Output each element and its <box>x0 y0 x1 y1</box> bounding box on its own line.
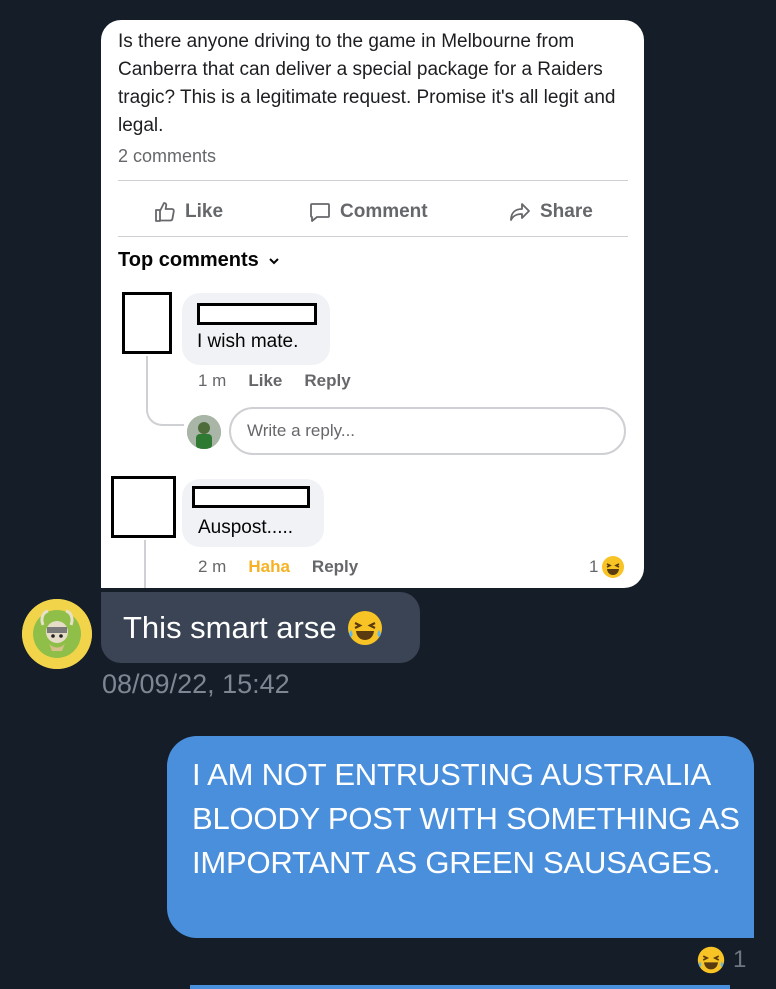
comment-bubble: Auspost..... <box>182 479 324 547</box>
outgoing-text: I AM NOT ENTRUSTING AUSTRALIA BLOODY POS… <box>192 757 740 880</box>
message-content: This smart arse <box>123 610 383 646</box>
channel-avatar[interactable] <box>22 599 92 669</box>
avatar-redacted <box>122 292 172 354</box>
haha-link: Haha <box>248 557 290 576</box>
like-button: Like <box>153 200 223 224</box>
comment-meta: 2 m Haha Reply <box>198 557 358 577</box>
incoming-text: This smart arse <box>123 609 337 645</box>
share-label: Share <box>540 201 593 222</box>
reaction-count-value: 1 <box>589 557 599 576</box>
top-comments-label: Top comments <box>118 249 259 271</box>
like-label: Like <box>185 201 224 222</box>
divider <box>118 236 628 237</box>
comment-text: Auspost..... <box>198 517 294 538</box>
comment-meta: 1 m Like Reply <box>198 371 351 391</box>
post-actions: Like Comment Share <box>101 196 644 228</box>
top-comments-filter: Top comments <box>118 249 281 272</box>
laughing-emoji-icon <box>347 610 382 645</box>
chevron-down-icon <box>269 257 279 264</box>
outgoing-message[interactable]: I AM NOT ENTRUSTING AUSTRALIA BLOODY POS… <box>167 736 754 938</box>
comment-button: Comment <box>308 200 428 224</box>
comment-time: 1 m <box>198 371 227 390</box>
post-text: Is there anyone driving to the game in M… <box>118 31 616 136</box>
reaction-count: 1 <box>733 946 747 973</box>
share-button: Share <box>508 200 593 224</box>
divider <box>118 180 628 181</box>
comment-text: I wish mate. <box>197 331 299 352</box>
thumbs-up-icon <box>155 202 175 222</box>
share-icon <box>510 203 530 221</box>
message-timestamp: 08/09/22, 15:42 <box>102 669 290 699</box>
reply-link: Reply <box>304 371 351 390</box>
comments-count: 2 comments <box>118 146 217 166</box>
user-avatar <box>187 415 221 449</box>
reply-input: Write a reply... <box>229 407 626 455</box>
thread-line <box>146 356 184 426</box>
laughing-emoji-icon <box>602 556 625 578</box>
laughing-emoji-icon <box>697 946 725 974</box>
name-redacted <box>197 303 317 325</box>
incoming-message[interactable]: This smart arse <box>101 592 420 663</box>
name-redacted <box>192 486 310 508</box>
comment-label: Comment <box>340 201 428 222</box>
avatar-redacted <box>111 476 176 538</box>
reply-link: Reply <box>311 557 359 576</box>
next-message-edge <box>190 985 730 989</box>
comment-bubble: I wish mate. <box>182 293 330 365</box>
reaction-count: 1 <box>589 555 625 579</box>
comment-icon <box>310 203 330 222</box>
shared-screenshot[interactable]: Is there anyone driving to the game in M… <box>101 20 644 588</box>
comment-time: 2 m <box>198 557 227 576</box>
message-reaction[interactable]: 1 <box>697 946 746 974</box>
like-link: Like <box>248 371 283 390</box>
thread-line <box>144 540 146 588</box>
